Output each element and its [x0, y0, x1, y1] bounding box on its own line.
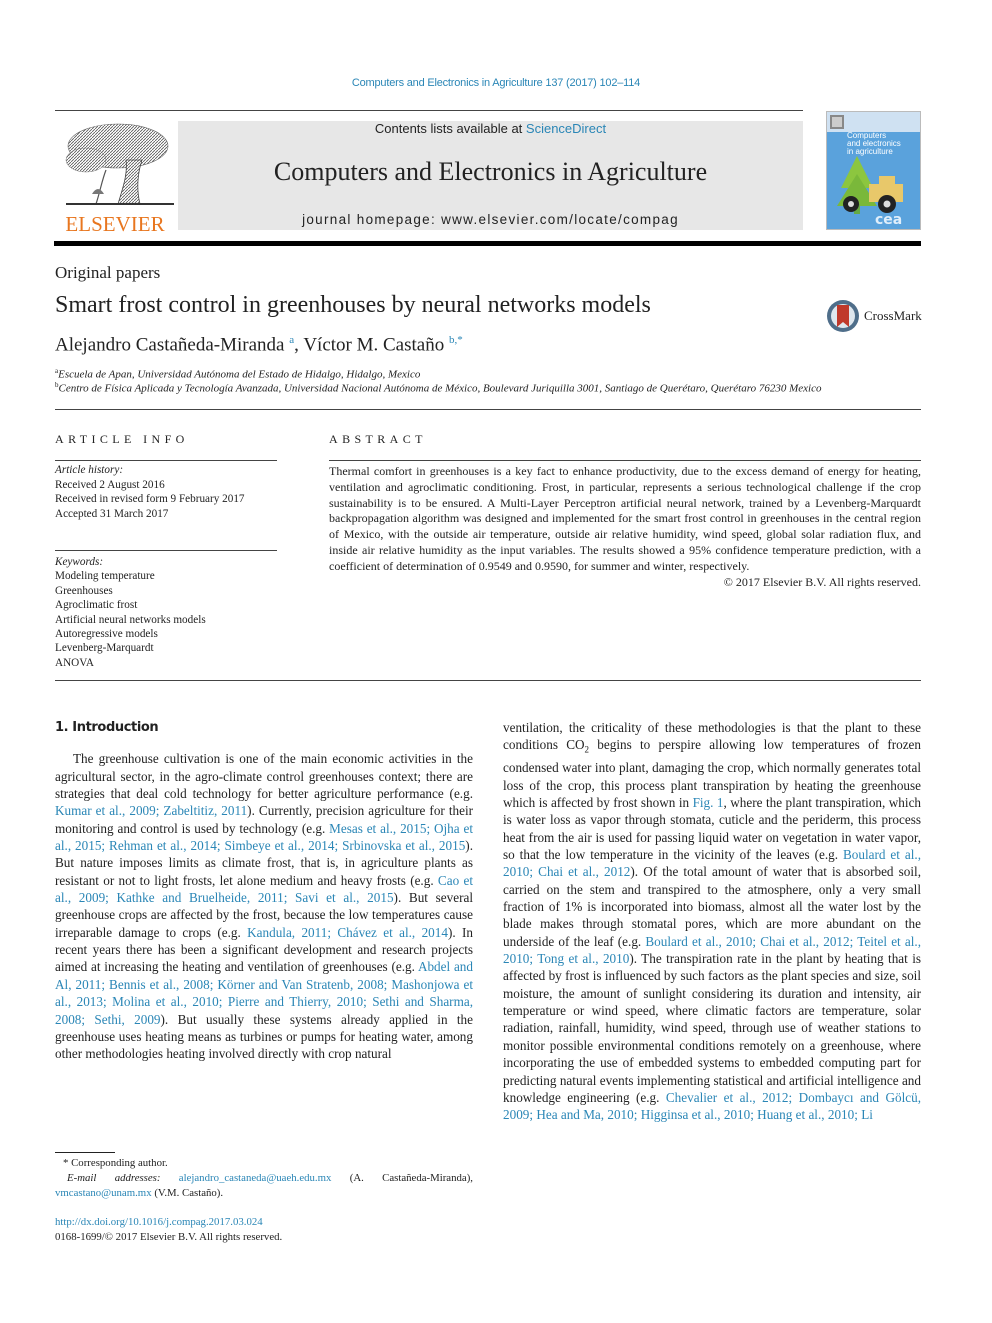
- divider: [55, 550, 277, 551]
- cover-title: Computers and electronics in agriculture: [847, 132, 917, 156]
- author-name[interactable]: Alejandro Castañeda-Miranda: [55, 334, 285, 355]
- keywords-label: Keywords:: [55, 556, 104, 568]
- journal-reference-link[interactable]: Computers and Electronics in Agriculture…: [0, 77, 992, 89]
- divider: [55, 110, 803, 111]
- cover-publisher-icon: [830, 115, 844, 129]
- history-label: Article history:: [55, 464, 124, 476]
- keyword: Greenhouses: [55, 584, 113, 597]
- body-paragraph: The greenhouse cultivation is one of the…: [55, 750, 473, 1062]
- cover-logo-text: cea: [875, 212, 902, 228]
- sciencedirect-link[interactable]: ScienceDirect: [526, 121, 606, 136]
- author-list: Alejandro Castañeda-Miranda a, Víctor M.…: [55, 334, 463, 356]
- elsevier-wordmark: ELSEVIER: [65, 212, 165, 236]
- author-name[interactable]: Víctor M. Castaño: [303, 334, 444, 355]
- abstract-text: Thermal comfort in greenhouses is a key …: [329, 464, 921, 573]
- history-item: Received in revised form 9 February 2017: [55, 493, 245, 506]
- cover-illustration-icon: cea: [837, 156, 903, 228]
- issn-line: 0168-1699/© 2017 Elsevier B.V. All right…: [55, 1231, 283, 1243]
- article-title: Smart frost control in greenhouses by ne…: [55, 292, 651, 318]
- divider: [55, 460, 277, 461]
- body-column-left: 1. Introduction The greenhouse cultivati…: [55, 719, 473, 1063]
- author-affiliation-link[interactable]: a: [289, 334, 294, 346]
- divider: [329, 460, 921, 461]
- homepage-url-link[interactable]: www.elsevier.com/locate/compag: [441, 212, 679, 227]
- section-heading: 1. Introduction: [55, 720, 159, 735]
- journal-banner: Contents lists available at ScienceDirec…: [178, 121, 803, 230]
- keyword: Levenberg-Marquardt: [55, 642, 154, 655]
- keywords: Keywords: Modeling temperature Greenhous…: [55, 555, 295, 670]
- author-affiliation-link[interactable]: b,*: [449, 334, 463, 346]
- email-link[interactable]: vmcastano@unam.mx: [55, 1187, 152, 1199]
- journal-title: Computers and Electronics in Agriculture: [273, 157, 708, 186]
- body-paragraph: ventilation, the criticality of these me…: [503, 719, 921, 1124]
- footnotes: * Corresponding author. E-mail addresses…: [55, 1156, 473, 1201]
- citation-link[interactable]: Kumar et al., 2009; Zabeltitiz, 2011: [55, 803, 247, 818]
- affiliation-text: Escuela de Apan, Universidad Autónoma de…: [58, 368, 421, 381]
- divider: [55, 409, 921, 410]
- email-link[interactable]: alejandro_castaneda@uaeh.edu.mx: [179, 1172, 332, 1184]
- footnote-mark: *: [63, 1157, 69, 1169]
- body-column-right: ventilation, the criticality of these me…: [503, 719, 921, 1124]
- email-owner: (A. Castañeda-Miranda),: [349, 1172, 473, 1184]
- header-divider: [54, 241, 921, 246]
- journal-homepage: journal homepage: www.elsevier.com/locat…: [178, 212, 803, 227]
- corresponding-author-note: * Corresponding author.: [55, 1156, 473, 1171]
- email-note: E-mail addresses: alejandro_castaneda@ua…: [55, 1171, 473, 1201]
- history-item: Accepted 31 March 2017: [55, 507, 169, 520]
- divider: [55, 680, 921, 681]
- body-text: The greenhouse cultivation is one of the…: [55, 751, 473, 802]
- article-type: Original papers: [55, 263, 161, 282]
- email-owner: (V.M. Castaño).: [154, 1187, 224, 1199]
- keyword: Artificial neural networks models: [55, 613, 206, 626]
- abstract: Thermal comfort in greenhouses is a key …: [329, 464, 921, 590]
- keyword: Modeling temperature: [55, 570, 155, 583]
- keyword: Agroclimatic frost: [55, 599, 138, 612]
- elsevier-logo[interactable]: ELSEVIER: [54, 118, 176, 236]
- contents-line: Contents lists available at ScienceDirec…: [178, 121, 803, 136]
- cover-header: [827, 112, 920, 132]
- contents-prefix: Contents lists available at: [374, 121, 526, 136]
- elsevier-tree-icon: [65, 123, 174, 205]
- footnote-divider: [55, 1152, 115, 1153]
- affiliation: bCentro de Física Aplicada y Tecnología …: [55, 381, 821, 395]
- crossmark-label: CrossMark: [864, 308, 922, 323]
- affiliation-text: Centro de Física Aplicada y Tecnología A…: [58, 382, 822, 395]
- doi-link[interactable]: http://dx.doi.org/10.1016/j.compag.2017.…: [55, 1215, 282, 1230]
- doi-block: http://dx.doi.org/10.1016/j.compag.2017.…: [55, 1215, 282, 1245]
- abstract-copyright: © 2017 Elsevier B.V. All rights reserved…: [723, 574, 921, 589]
- body-text: ). The transpiration rate in the plant b…: [503, 951, 922, 1105]
- keyword: ANOVA: [55, 656, 94, 669]
- citation-link[interactable]: Fig. 1: [693, 795, 724, 810]
- homepage-prefix: journal homepage:: [302, 212, 442, 227]
- keyword: Autoregressive models: [55, 628, 158, 641]
- journal-cover-image[interactable]: Computers and electronics in agriculture…: [826, 111, 921, 230]
- history-item: Received 2 August 2016: [55, 478, 165, 491]
- article-history: Article history: Received 2 August 2016 …: [55, 463, 295, 521]
- abstract-heading: ABSTRACT: [329, 432, 427, 446]
- affiliation: aEscuela de Apan, Universidad Autónoma d…: [55, 367, 420, 381]
- email-label: E-mail addresses:: [67, 1172, 161, 1184]
- crossmark-icon: [827, 300, 859, 332]
- article-info-heading: ARTICLE INFO: [55, 432, 189, 446]
- crossmark-button[interactable]: CrossMark: [826, 298, 922, 334]
- citation-link[interactable]: Kandula, 2011; Chávez et al., 2014: [247, 925, 448, 940]
- footnote-text: Corresponding author.: [71, 1157, 168, 1169]
